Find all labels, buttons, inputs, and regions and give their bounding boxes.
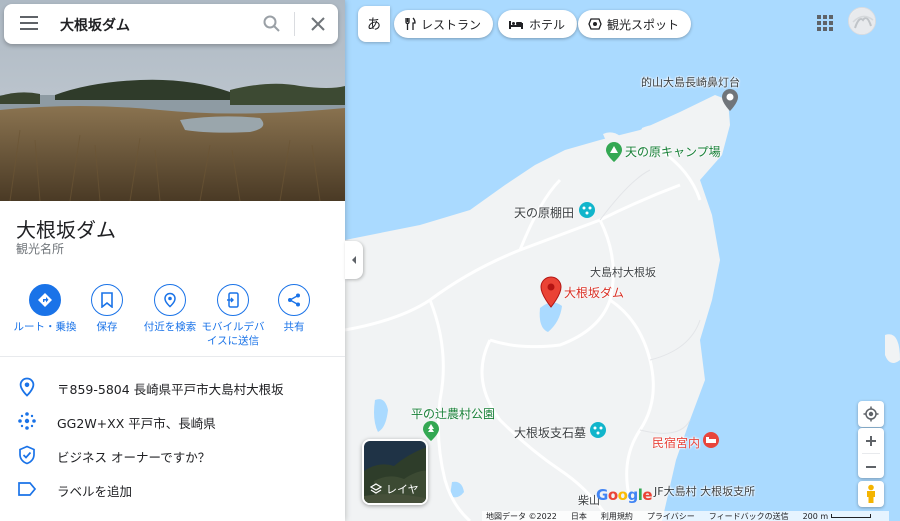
region-link[interactable]: 日本 [571,511,587,521]
layers-label: レイヤ [386,483,419,496]
pegman-icon [867,484,875,503]
shield-check-icon [19,445,35,465]
map-label-dam[interactable]: 大根坂ダム [564,284,624,301]
fork-knife-icon [405,17,416,30]
add-label-text: ラベルを追加 [57,484,133,499]
terms-link[interactable]: 利用規約 [601,511,633,521]
avatar[interactable] [848,7,876,35]
claim-business-row[interactable]: ビジネス オーナーですか？ [0,439,345,473]
layers-icon [370,483,382,494]
collapse-panel-button[interactable] [345,241,363,279]
dam-pin-icon[interactable] [540,276,562,308]
search-divider [294,12,295,36]
camera-icon [588,18,602,30]
street-view-pegman[interactable] [858,481,884,507]
privacy-link[interactable]: プライバシー [647,511,695,521]
share-button[interactable]: 共有 [259,284,329,334]
chip-sightseeing[interactable]: 観光スポット [578,10,692,38]
park-marker-icon[interactable] [422,420,440,442]
chip-restaurant-label: レストラン [421,17,482,32]
place-title: 大根坂ダム [16,218,116,242]
claim-business-text: ビジネス オーナーですか？ [57,450,211,465]
plus-code-text: GG2W+XX 平戸市、長崎県 [57,416,216,431]
map-footer: 地図データ ©2022 日本 利用規約 プライバシー フィードバックの送信 20… [482,511,890,521]
camp-marker-icon[interactable] [605,141,623,163]
scale-line [831,514,872,518]
menu-icon[interactable] [20,16,38,32]
map-label-camp[interactable]: 天の原キャンプ場 [625,143,721,160]
my-location-icon [863,406,879,422]
lighthouse-marker-icon[interactable] [721,88,739,112]
scale-bar[interactable]: 200 m [803,512,872,521]
chip-hotel-label: ホテル [529,17,566,32]
map-label-terraces[interactable]: 天の原棚田 [514,204,574,221]
my-location-button[interactable] [858,401,884,427]
nearby-label: 付近を検索 [143,321,197,333]
plus-code-row[interactable]: GG2W+XX 平戸市、長崎県 [0,405,345,439]
apps-grid-icon[interactable] [816,14,834,32]
layers-button[interactable]: レイヤ [362,439,428,505]
share-label: 共有 [283,321,305,333]
address-text: 〒859-5804 長崎県平戸市大島村大根坂 [57,382,284,397]
map-data-attribution[interactable]: 地図データ ©2022 [486,511,557,521]
plus-code-icon [18,412,36,430]
feedback-link[interactable]: フィードバックの送信 [709,511,789,521]
zoom-in-button[interactable] [858,428,884,453]
chip-sightseeing-label: 観光スポット [607,17,680,32]
nearby-button[interactable]: 付近を検索 [135,284,205,334]
plus-icon [866,435,876,446]
chip-restaurant[interactable]: レストラン [394,10,494,38]
directions-label: ルート・乗換 [13,321,77,333]
action-buttons: ルート・乗換 保存 付近を検索 モバイルデバイスに送信 共有 [0,284,345,354]
share-icon [288,293,300,307]
add-label-row[interactable]: ラベルを追加 [0,473,345,507]
label-icon [18,482,37,496]
minus-icon [866,465,876,468]
layers-label-wrap: レイヤ [370,481,419,497]
location-pin-icon [19,377,35,397]
zoom-controls [858,428,884,478]
input-language-toggle[interactable]: あ [358,6,390,42]
save-button[interactable]: 保存 [72,284,142,334]
chip-hotel[interactable]: ホテル [498,10,578,38]
close-icon[interactable] [308,14,328,34]
directions-button[interactable]: ルート・乗換 [10,284,80,334]
inn-marker-icon[interactable] [702,431,720,449]
map-label-village: 大島村大根坂 [590,266,656,279]
place-panel: 大根坂ダム 大根坂ダム 観光名所 ルート・乗換 保存 付近を検索 モバイルデバイ… [0,0,345,521]
place-category[interactable]: 観光名所 [16,240,64,257]
address-row[interactable]: 〒859-5804 長崎県平戸市大島村大根坂 [0,371,345,405]
map-label-grave[interactable]: 大根坂支石墓 [514,424,586,441]
search-icon[interactable] [262,14,282,34]
divider [0,356,345,357]
bookmark-icon [101,292,113,308]
grave-marker-icon[interactable] [589,421,607,439]
terraces-marker-icon[interactable] [578,201,596,219]
phone-icon [227,292,239,308]
nearby-icon [164,292,176,308]
bed-icon [509,21,523,29]
save-label: 保存 [96,321,118,333]
send-to-device-button[interactable]: モバイルデバイスに送信 [198,284,268,348]
map-label-ja[interactable]: JF大島村 大根坂支所 [654,483,755,499]
google-logo: Google [596,486,653,504]
search-box[interactable]: 大根坂ダム [4,4,338,44]
scale-label: 200 m [802,511,829,521]
search-input[interactable]: 大根坂ダム [60,15,130,35]
map-label-inn[interactable]: 民宿宮内 [652,434,700,451]
zoom-out-button[interactable] [858,454,884,479]
chevron-left-icon [352,256,356,264]
directions-icon [38,293,52,307]
send-to-device-label: モバイルデバイスに送信 [201,321,265,347]
